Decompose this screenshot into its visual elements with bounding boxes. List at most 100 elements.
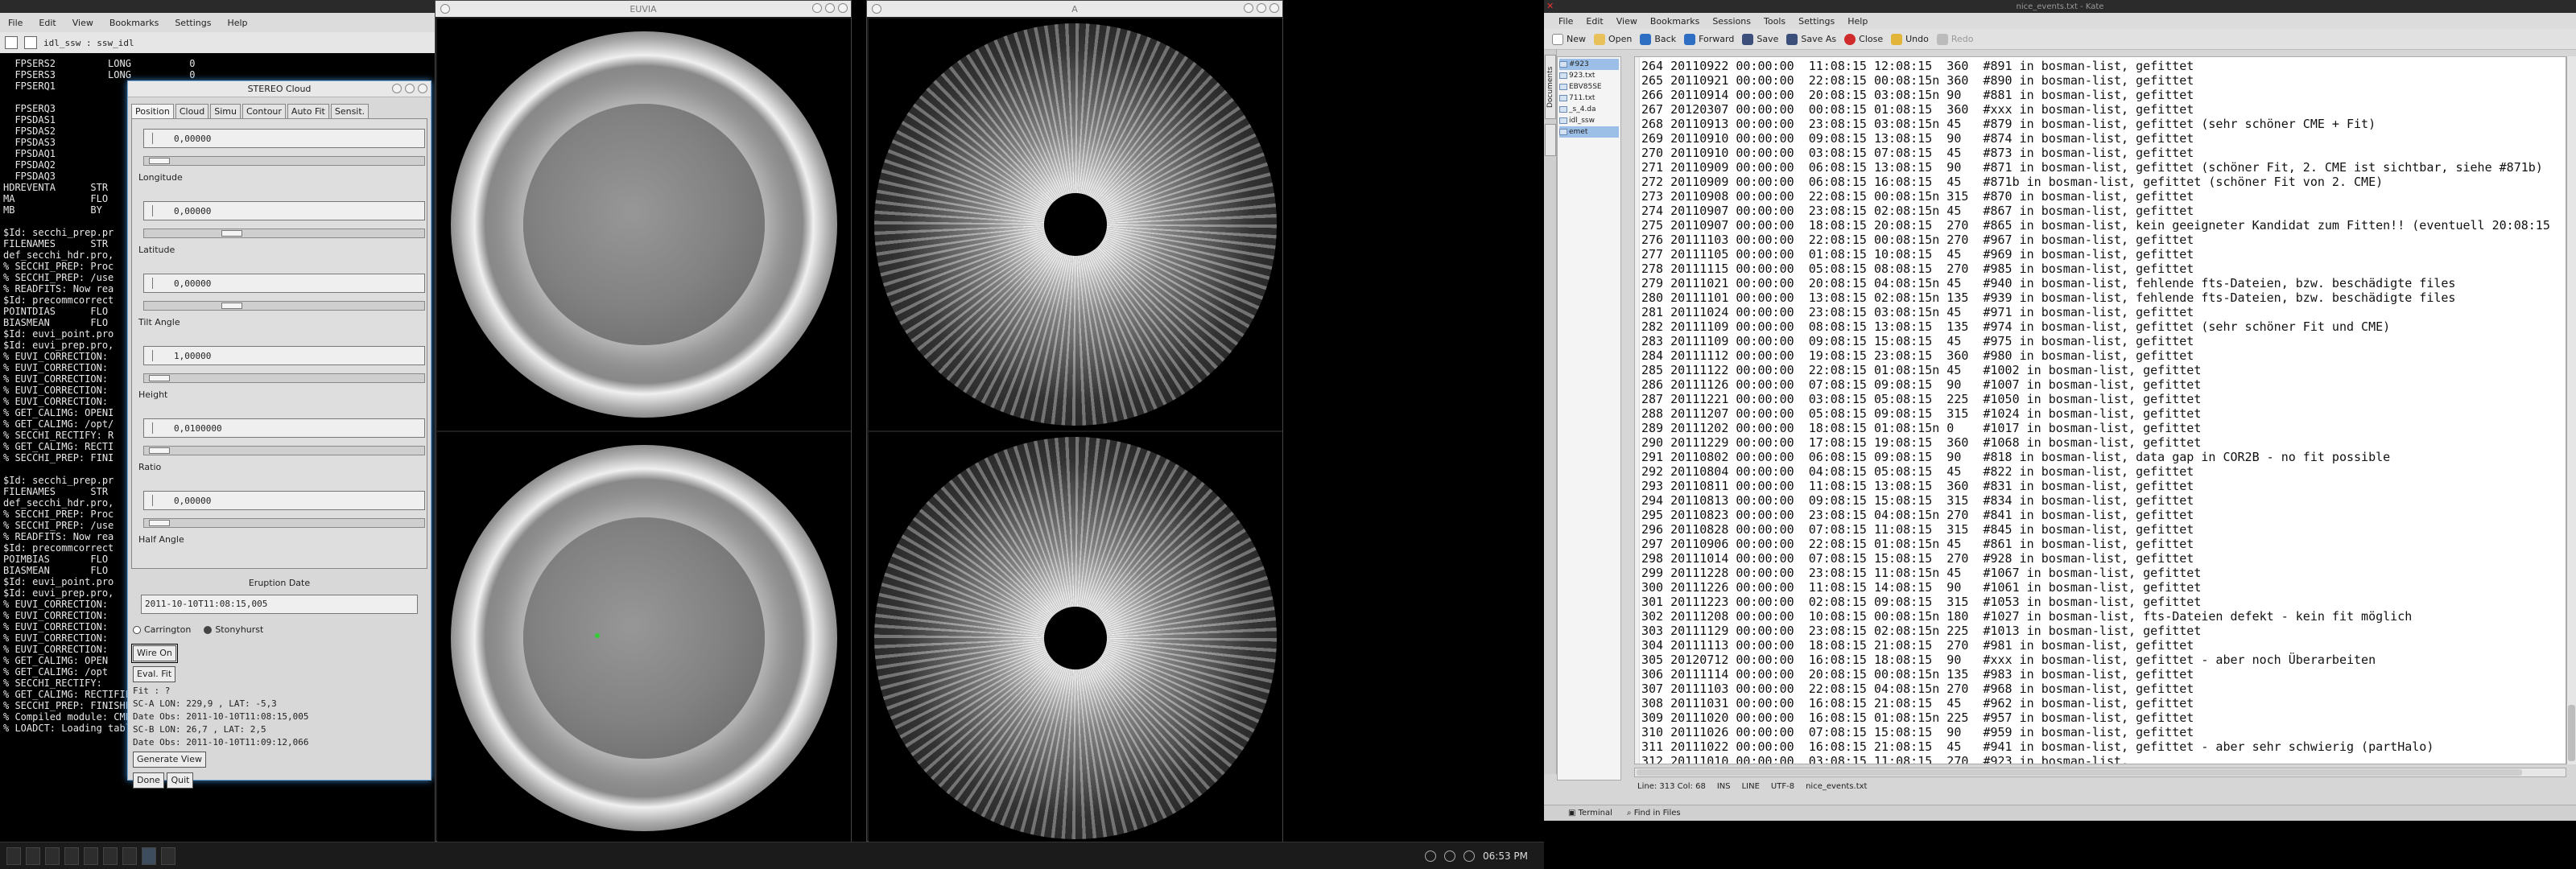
quit-button[interactable]: Quit (167, 772, 194, 789)
menu-help[interactable]: Help (219, 18, 255, 28)
terminal-tab-label[interactable]: idl_ssw : ssw_idl (43, 38, 134, 48)
battery-icon[interactable] (1463, 850, 1475, 862)
taskbar-item[interactable] (122, 846, 137, 865)
cor2-image-b[interactable] (869, 432, 1282, 844)
tab-position[interactable]: Position (131, 104, 174, 118)
new-tab-icon[interactable] (5, 36, 18, 49)
encoding[interactable]: UTF-8 (1771, 782, 1794, 791)
tab-cloud[interactable]: Cloud (175, 104, 209, 118)
menu-view[interactable]: View (64, 18, 101, 28)
text-editor[interactable]: 264 20110922 00:00:00 11:08:15 12:08:15 … (1634, 56, 2566, 764)
slider-thumb[interactable] (221, 230, 242, 237)
window-menu-icon[interactable] (440, 4, 450, 14)
slider-thumb[interactable] (149, 375, 171, 381)
slider-thumb[interactable] (149, 447, 171, 454)
eruption-date-input[interactable]: 2011-10-10T11:08:15,005 (141, 595, 418, 614)
generate-view-button[interactable]: Generate View (133, 752, 206, 768)
stonyhurst-radio[interactable]: Stonyhurst (204, 624, 263, 636)
document-item[interactable]: EBV85SE (1559, 81, 1619, 93)
new-button[interactable]: New (1552, 33, 1586, 45)
minimize-icon[interactable] (1244, 3, 1253, 13)
tab-filesystem[interactable] (1545, 124, 1556, 156)
param-value-input[interactable]: 0,00000 (143, 274, 425, 293)
wire-on-button[interactable]: Wire On (131, 644, 178, 663)
editor-text[interactable]: 264 20110922 00:00:00 11:08:15 12:08:15 … (1641, 59, 2550, 764)
document-item[interactable]: idl_ssw (1559, 115, 1619, 126)
close-icon[interactable]: ✕ (1546, 1, 1554, 11)
tab-sensit[interactable]: Sensit. (330, 104, 369, 118)
save-as-button[interactable]: Save As (1786, 33, 1836, 45)
param-value-input[interactable]: 1,00000 (143, 346, 425, 365)
line-mode[interactable]: LINE (1742, 782, 1760, 791)
menu-bookmarks[interactable]: Bookmarks (1644, 16, 1706, 27)
taskbar-item[interactable] (142, 846, 156, 865)
taskbar-item[interactable] (45, 846, 60, 865)
menu-bookmarks[interactable]: Bookmarks (101, 18, 167, 28)
menu-sessions[interactable]: Sessions (1706, 16, 1757, 27)
param-slider[interactable] (143, 229, 425, 238)
maximize-icon[interactable] (825, 3, 835, 13)
carrington-radio[interactable]: Carrington (133, 624, 191, 636)
cor2-image-a[interactable] (869, 19, 1282, 430)
close-icon[interactable] (1269, 3, 1279, 13)
euvi-image-b[interactable] (437, 432, 851, 844)
tab-documents[interactable]: Documents (1545, 55, 1556, 119)
vertical-scrollbar[interactable] (2566, 56, 2576, 764)
param-slider[interactable] (143, 518, 425, 528)
minimize-icon[interactable] (392, 84, 402, 93)
param-value-input[interactable]: 0,00000 (143, 129, 425, 148)
param-value-input[interactable]: 0,00000 (143, 491, 425, 510)
volume-icon[interactable] (1444, 850, 1455, 862)
save-button[interactable]: Save (1742, 33, 1778, 45)
document-item[interactable]: emet (1559, 126, 1619, 138)
document-item[interactable]: 923.txt (1559, 70, 1619, 81)
document-item[interactable]: 711.txt (1559, 93, 1619, 104)
menu-file[interactable]: File (1552, 16, 1579, 27)
menu-file[interactable]: File (0, 18, 31, 28)
slider-thumb[interactable] (149, 520, 171, 526)
param-slider[interactable] (143, 301, 425, 311)
document-item[interactable]: _s_4.da (1559, 104, 1619, 115)
maximize-icon[interactable] (405, 84, 415, 93)
tab-simu[interactable]: Simu (210, 104, 241, 118)
clock[interactable]: 06:53 PM (1483, 850, 1528, 862)
close-button[interactable]: Close (1844, 33, 1883, 45)
param-slider[interactable] (143, 446, 425, 455)
scroll-thumb[interactable] (1637, 769, 2522, 776)
forward-button[interactable]: Forward (1684, 33, 1734, 45)
done-button[interactable]: Done (133, 772, 164, 789)
scroll-thumb[interactable] (2568, 705, 2575, 761)
taskbar-item[interactable] (6, 846, 21, 865)
horizontal-scrollbar[interactable] (1634, 768, 2566, 777)
taskbar-item[interactable] (26, 846, 40, 865)
slider-thumb[interactable] (221, 303, 242, 309)
terminal-tab[interactable]: ▣ Terminal (1568, 809, 1612, 818)
param-value-input[interactable]: 0,0100000 (143, 418, 425, 438)
menu-edit[interactable]: Edit (1579, 16, 1609, 27)
taskbar-item[interactable] (64, 846, 79, 865)
eval-fit-button[interactable]: Eval. Fit (133, 666, 176, 682)
param-slider[interactable] (143, 373, 425, 383)
taskbar-item[interactable] (103, 846, 118, 865)
find-in-files-tab[interactable]: ⌕ Find in Files (1627, 809, 1681, 818)
insert-mode[interactable]: INS (1717, 782, 1731, 791)
taskbar-item[interactable] (161, 846, 175, 865)
window-menu-icon[interactable] (872, 4, 881, 14)
euvi-image-a[interactable] (437, 19, 851, 430)
menu-tools[interactable]: Tools (1757, 16, 1792, 27)
menu-edit[interactable]: Edit (31, 18, 64, 28)
document-item[interactable]: #923 (1559, 59, 1619, 70)
tab-contour[interactable]: Contour (242, 104, 286, 118)
maximize-icon[interactable] (1257, 3, 1266, 13)
minimize-icon[interactable] (812, 3, 822, 13)
slider-thumb[interactable] (149, 158, 171, 164)
open-button[interactable]: Open (1594, 33, 1632, 45)
tab-auto-fit[interactable]: Auto Fit (287, 104, 329, 118)
back-button[interactable]: Back (1640, 33, 1676, 45)
menu-help[interactable]: Help (1841, 16, 1874, 27)
param-value-input[interactable]: 0,00000 (143, 201, 425, 220)
menu-view[interactable]: View (1610, 16, 1644, 27)
taskbar-item[interactable] (84, 846, 98, 865)
redo-button[interactable]: Redo (1936, 33, 1974, 45)
close-icon[interactable] (838, 3, 848, 13)
